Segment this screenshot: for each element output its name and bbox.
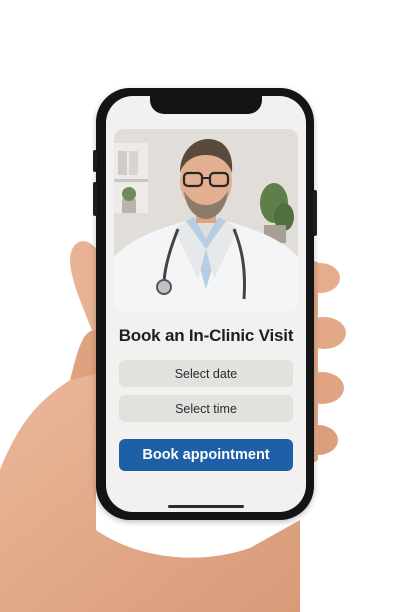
doctor-illustration	[114, 129, 298, 312]
select-time-button[interactable]: Select time	[119, 395, 293, 422]
volume-button	[93, 182, 97, 216]
scene: Book an In-Clinic Visit Select date Sele…	[0, 0, 408, 612]
book-appointment-button[interactable]: Book appointment	[119, 439, 293, 471]
home-indicator	[168, 505, 244, 508]
select-date-button[interactable]: Select date	[119, 360, 293, 387]
volume-button	[93, 150, 97, 172]
page-title: Book an In-Clinic Visit	[118, 326, 294, 345]
notch	[150, 96, 262, 114]
doctor-photo	[114, 129, 298, 312]
power-button	[313, 190, 317, 236]
